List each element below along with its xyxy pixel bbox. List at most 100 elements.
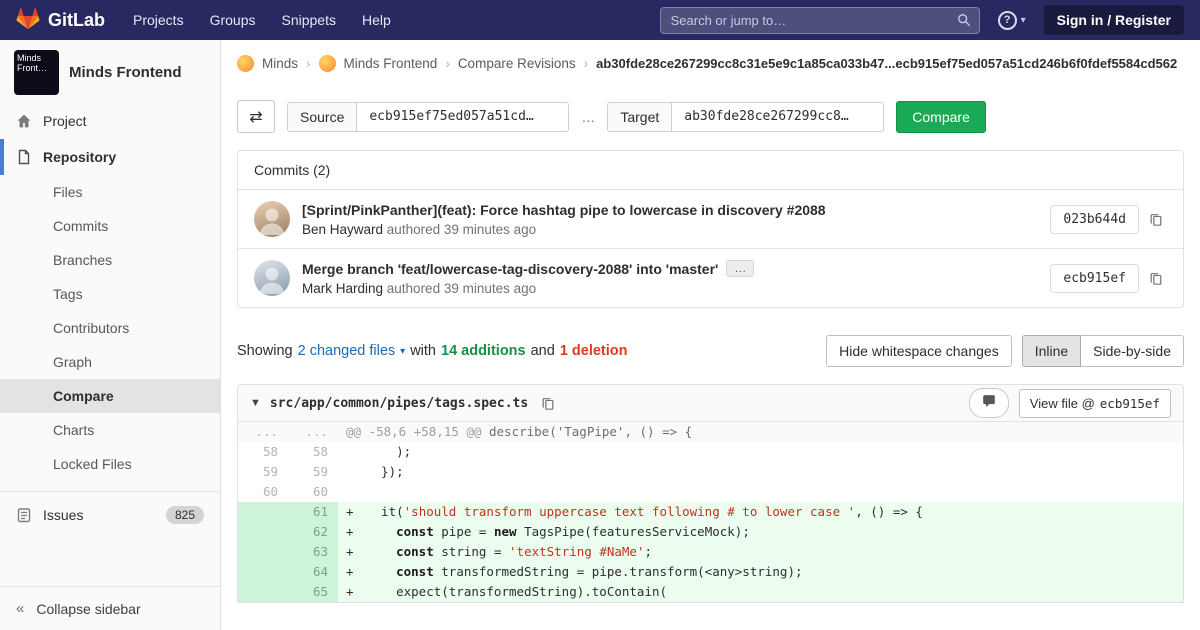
- sidebar-item-label: Issues: [43, 507, 83, 523]
- nav-item-projects[interactable]: Projects: [133, 12, 184, 28]
- inline-view-button[interactable]: Inline: [1022, 335, 1081, 367]
- compare-button[interactable]: Compare: [896, 101, 986, 133]
- sidebar-item-locked-files[interactable]: Locked Files: [0, 447, 220, 481]
- diff-line-content: + it('should transform uppercase text fo…: [338, 502, 1183, 522]
- diff-line-sign: +: [346, 562, 366, 582]
- sidebar-item-tags[interactable]: Tags: [0, 277, 220, 311]
- breadcrumb-group-link[interactable]: Minds: [262, 56, 298, 71]
- code-segment: transformedString = pipe.transform(<any>…: [434, 564, 803, 579]
- copy-sha-button[interactable]: [1145, 267, 1167, 290]
- sidebar-item-label: Repository: [43, 149, 116, 165]
- diff-new-line-number[interactable]: 58: [288, 442, 338, 462]
- angle-double-left-icon: «: [16, 600, 24, 617]
- code-segment: new: [494, 524, 517, 539]
- code-segment: pipe =: [434, 524, 494, 539]
- commit-author-avatar[interactable]: [254, 201, 290, 237]
- commit-info: [Sprint/PinkPanther](feat): Force hashta…: [302, 202, 826, 237]
- breadcrumb-project-link[interactable]: Minds Frontend: [344, 56, 438, 71]
- sidebar-item-graph[interactable]: Graph: [0, 345, 220, 379]
- commit-author-link[interactable]: Mark Harding: [302, 281, 383, 296]
- source-input-group: Source ecb915ef75ed057a51cd…: [287, 102, 569, 132]
- diff-line-content: + const pipe = new TagsPipe(featuresServ…: [338, 522, 1183, 542]
- swap-revisions-button[interactable]: ⇄: [237, 100, 275, 133]
- diff-line-content: @@ -58,6 +58,15 @@ describe('TagPipe', (…: [338, 422, 1183, 442]
- code-segment: describe('TagPipe', () => {: [489, 424, 692, 439]
- diff-new-line-number[interactable]: ...: [288, 422, 338, 442]
- copy-sha-button[interactable]: [1145, 208, 1167, 231]
- diff-new-line-number[interactable]: 60: [288, 482, 338, 502]
- target-ref-dropdown[interactable]: ab30fde28ce267299cc8…: [672, 102, 884, 132]
- project-context-header[interactable]: Minds Front… Minds Frontend: [0, 40, 220, 103]
- home-icon: [16, 113, 32, 129]
- diff-new-line-number[interactable]: 63: [288, 542, 338, 562]
- side-by-side-view-button[interactable]: Side-by-side: [1081, 335, 1184, 367]
- commit-title-link[interactable]: [Sprint/PinkPanther](feat): Force hashta…: [302, 202, 826, 218]
- nav-item-snippets[interactable]: Snippets: [282, 12, 336, 28]
- changed-files-dropdown[interactable]: 2 changed files: [298, 343, 396, 359]
- code-segment: 'should transform uppercase text followi…: [404, 504, 856, 519]
- breadcrumb-page-link[interactable]: Compare Revisions: [458, 56, 576, 71]
- commit-title-link[interactable]: Merge branch 'feat/lowercase-tag-discove…: [302, 261, 718, 277]
- code-segment: string =: [434, 544, 509, 559]
- sidebar-item-commits[interactable]: Commits: [0, 209, 220, 243]
- diff-file-path[interactable]: src/app/common/pipes/tags.spec.ts: [270, 396, 528, 411]
- view-file-sha: ecb915ef: [1100, 396, 1160, 411]
- diff-old-line-number[interactable]: [238, 562, 288, 582]
- commit-author-link[interactable]: Ben Hayward: [302, 222, 383, 237]
- diff-old-line-number[interactable]: ...: [238, 422, 288, 442]
- group-avatar: [237, 55, 254, 72]
- sidebar-item-contributors[interactable]: Contributors: [0, 311, 220, 345]
- diff-line-sign: +: [346, 522, 366, 542]
- gitlab-home-link[interactable]: GitLab: [16, 7, 105, 33]
- diff-view-toggle: Inline Side-by-side: [1022, 335, 1184, 367]
- sign-in-button[interactable]: Sign in / Register: [1044, 5, 1184, 35]
- sidebar-item-repository[interactable]: Repository: [0, 139, 220, 175]
- diff-old-line-number[interactable]: [238, 522, 288, 542]
- sidebar-item-project[interactable]: Project: [0, 103, 220, 139]
- top-navbar: GitLab Projects Groups Snippets Help ? ▾ Si…: [0, 0, 1200, 40]
- diff-view-controls: Hide whitespace changes Inline Side-by-s…: [826, 335, 1184, 367]
- deletions-count: 1 deletion: [560, 343, 628, 359]
- diff-old-line-number[interactable]: [238, 502, 288, 522]
- sidebar-item-compare[interactable]: Compare: [0, 379, 220, 413]
- view-file-button[interactable]: View file @ ecb915ef: [1019, 389, 1171, 418]
- code-segment: it(: [366, 504, 404, 519]
- caret-down-icon: ▾: [400, 346, 405, 357]
- commit-meta: Mark Harding authored 39 minutes ago: [302, 281, 754, 296]
- help-menu[interactable]: ? ▾: [998, 11, 1026, 30]
- diff-line: ......@@ -58,6 +58,15 @@ describe('TagPi…: [238, 422, 1183, 442]
- commit-author-avatar[interactable]: [254, 260, 290, 296]
- source-ref-dropdown[interactable]: ecb915ef75ed057a51cd…: [357, 102, 569, 132]
- collapse-diff-icon[interactable]: ▼: [250, 397, 261, 409]
- toggle-comments-button[interactable]: [969, 388, 1009, 418]
- diff-old-line-number[interactable]: [238, 542, 288, 562]
- commit-authored-time: authored 39 minutes ago: [383, 222, 536, 237]
- sidebar-item-charts[interactable]: Charts: [0, 413, 220, 447]
- diff-old-line-number[interactable]: 60: [238, 482, 288, 502]
- commit-row: [Sprint/PinkPanther](feat): Force hashta…: [238, 190, 1183, 248]
- hide-whitespace-button[interactable]: Hide whitespace changes: [826, 335, 1012, 367]
- commit-sha[interactable]: 023b644d: [1050, 205, 1139, 234]
- diff-old-line-number[interactable]: [238, 582, 288, 602]
- gitlab-tanuki-icon: [16, 7, 40, 33]
- commit-message-expander-button[interactable]: …: [726, 260, 754, 277]
- copy-file-path-button[interactable]: [537, 392, 559, 415]
- nav-item-groups[interactable]: Groups: [210, 12, 256, 28]
- code-segment: const: [396, 524, 434, 539]
- diff-file-actions: View file @ ecb915ef: [969, 388, 1171, 418]
- sidebar-item-issues[interactable]: Issues 825: [0, 496, 220, 534]
- diff-new-line-number[interactable]: 62: [288, 522, 338, 542]
- commit-sha[interactable]: ecb915ef: [1050, 264, 1139, 293]
- diff-new-line-number[interactable]: 64: [288, 562, 338, 582]
- diff-new-line-number[interactable]: 59: [288, 462, 338, 482]
- collapse-sidebar-button[interactable]: « Collapse sidebar: [0, 586, 220, 630]
- sidebar-item-files[interactable]: Files: [0, 175, 220, 209]
- search-input[interactable]: [660, 7, 980, 34]
- nav-item-help[interactable]: Help: [362, 12, 391, 28]
- diff-new-line-number[interactable]: 61: [288, 502, 338, 522]
- diff-old-line-number[interactable]: 58: [238, 442, 288, 462]
- diff-new-line-number[interactable]: 65: [288, 582, 338, 602]
- diff-line: 65+ expect(transformedString).toContain(: [238, 582, 1183, 602]
- sidebar-item-branches[interactable]: Branches: [0, 243, 220, 277]
- diff-old-line-number[interactable]: 59: [238, 462, 288, 482]
